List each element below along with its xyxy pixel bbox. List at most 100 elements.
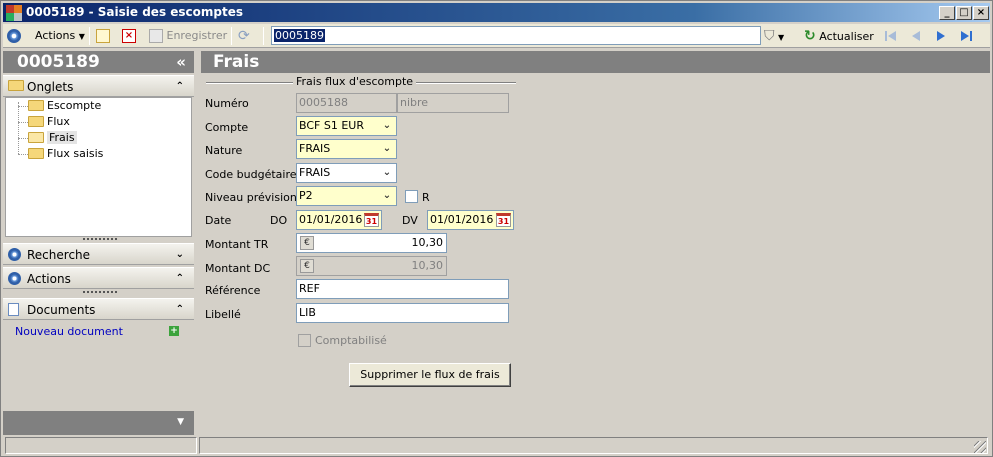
main-panel: Frais Frais flux d'escompte Numéro 00051…: [198, 49, 990, 435]
libelle-input[interactable]: LIB: [296, 303, 509, 323]
page-title: Frais: [201, 51, 990, 73]
recherche-icon: [8, 248, 21, 261]
actions-menu-button[interactable]: Actions ▼: [35, 27, 85, 45]
navigation-circle-icon: [7, 29, 21, 43]
status-bar: [3, 436, 990, 455]
maximize-button[interactable]: □: [956, 6, 972, 20]
r-label: R: [422, 191, 430, 204]
next-record-icon[interactable]: [933, 28, 949, 44]
actions-section-label: Actions: [27, 272, 71, 286]
recherche-section-header[interactable]: Recherche ⌄: [3, 243, 194, 265]
calendar-icon[interactable]: 31: [496, 213, 511, 227]
tree-item-flux-saisis[interactable]: Flux saisis: [28, 146, 103, 162]
compte-select[interactable]: BCF S1 EUR ⌄: [296, 116, 397, 136]
dv-label: DV: [402, 214, 418, 227]
collapse-up-icon: ⌃: [175, 304, 184, 315]
date-dv-input[interactable]: 01/01/2016 31: [427, 210, 514, 230]
combo-dropdown-icon[interactable]: ⌄: [379, 141, 395, 157]
montant-tr-label: Montant TR: [205, 238, 269, 251]
expand-down-icon: ⌄: [175, 249, 184, 260]
collapse-up-icon: ⌃: [175, 81, 184, 92]
new-document-link[interactable]: Nouveau document: [15, 325, 123, 338]
nav-circle-button[interactable]: [7, 27, 21, 45]
documents-label: Documents: [27, 303, 96, 317]
actions-icon: [8, 272, 21, 285]
panel-splitter[interactable]: [83, 291, 117, 294]
collapse-up-icon: ⌃: [175, 273, 184, 284]
euro-currency-icon[interactable]: €: [300, 236, 314, 250]
search-input[interactable]: 0005189: [271, 26, 761, 45]
combo-dropdown-icon[interactable]: ⌄: [379, 188, 395, 204]
recherche-label: Recherche: [27, 248, 91, 262]
panel-splitter[interactable]: [83, 238, 117, 241]
close-button[interactable]: ×: [973, 6, 989, 20]
date-do-input[interactable]: 01/01/2016 31: [296, 210, 382, 230]
reference-label: Référence: [205, 284, 261, 297]
toolbar: Actions ▼ × Enregistrer ⟳ 0005189 ⛉ ▼ ↻ …: [3, 24, 990, 48]
app-icon: [6, 5, 22, 21]
window-title: 0005189 - Saisie des escomptes: [26, 5, 244, 19]
sync-button[interactable]: ⟳: [238, 27, 250, 45]
new-document-icon: [96, 29, 110, 43]
refresh-button[interactable]: ↻ Actualiser: [804, 27, 874, 45]
dropdown-arrow-icon[interactable]: ▼: [177, 417, 184, 427]
code-budgetaire-select[interactable]: FRAIS ⌄: [296, 163, 397, 183]
filter-button[interactable]: ⛉ ▼: [764, 27, 784, 45]
document-icon: [8, 303, 19, 316]
comptabilise-checkbox: [298, 334, 311, 347]
nature-select[interactable]: FRAIS ⌄: [296, 139, 397, 159]
tabs-tree: Escompte Flux Frais Flux saisis: [5, 97, 192, 237]
montant-dc-field: € 10,30: [296, 256, 447, 276]
filter-dropdown-icon: ▼: [778, 33, 785, 42]
tree-item-escompte[interactable]: Escompte: [28, 98, 101, 114]
group-box-title: Frais flux d'escompte: [293, 75, 417, 88]
niveau-prevision-select[interactable]: P2 ⌄: [296, 186, 397, 206]
montant-tr-input[interactable]: € 10,30: [296, 233, 447, 253]
delete-icon: ×: [122, 29, 136, 43]
folder-icon: [8, 80, 24, 91]
new-button[interactable]: [96, 27, 110, 45]
documents-section-header[interactable]: Documents ⌃: [3, 298, 194, 320]
folder-icon: [28, 147, 44, 159]
euro-currency-icon: €: [300, 259, 314, 273]
onglets-label: Onglets: [27, 80, 74, 94]
actions-section-header[interactable]: Actions ⌃: [3, 267, 194, 289]
actions-menu-label: Actions: [35, 29, 76, 42]
tree-item-flux[interactable]: Flux: [28, 114, 70, 130]
last-record-icon[interactable]: [958, 28, 974, 44]
add-icon[interactable]: +: [169, 326, 179, 336]
record-number: 0005189: [17, 52, 100, 72]
refresh-label: Actualiser: [819, 30, 874, 43]
calendar-icon[interactable]: 31: [364, 213, 379, 227]
panel-bottom-bar: ▼: [3, 411, 194, 435]
tree-item-frais[interactable]: Frais: [28, 130, 77, 146]
title-bar[interactable]: 0005189 - Saisie des escomptes _ □ ×: [3, 3, 990, 22]
save-button[interactable]: Enregistrer: [149, 27, 227, 45]
search-input-value: 0005189: [274, 29, 325, 42]
combo-dropdown-icon[interactable]: ⌄: [379, 165, 395, 181]
documents-area: Nouveau document +: [5, 319, 192, 409]
onglets-section-header[interactable]: Onglets ⌃: [3, 75, 194, 97]
code-budgetaire-label: Code budgétaire: [205, 168, 297, 181]
comptabilise-label: Comptabilisé: [315, 334, 387, 347]
open-folder-icon: [28, 131, 44, 143]
r-checkbox[interactable]: [405, 190, 418, 203]
numero-suffix-field: nibre: [397, 93, 509, 113]
reference-input[interactable]: REF: [296, 279, 509, 299]
montant-dc-label: Montant DC: [205, 262, 271, 275]
app-window: 0005189 - Saisie des escomptes _ □ × Act…: [0, 0, 993, 457]
minimize-button[interactable]: _: [939, 6, 955, 20]
compte-label: Compte: [205, 121, 249, 134]
status-cell-left: [5, 437, 197, 454]
previous-record-icon[interactable]: [908, 28, 924, 44]
dropdown-arrow-icon: ▼: [78, 32, 85, 41]
resize-grip-icon[interactable]: [974, 441, 986, 453]
refresh-icon: ↻: [804, 28, 816, 44]
save-icon: [149, 29, 163, 43]
collapse-panel-icon[interactable]: «: [176, 51, 186, 73]
delete-frais-button[interactable]: Supprimer le flux de frais: [349, 363, 511, 387]
first-record-icon[interactable]: [883, 28, 899, 44]
combo-dropdown-icon[interactable]: ⌄: [379, 118, 395, 134]
delete-button[interactable]: ×: [122, 27, 136, 45]
folder-icon: [28, 99, 44, 111]
